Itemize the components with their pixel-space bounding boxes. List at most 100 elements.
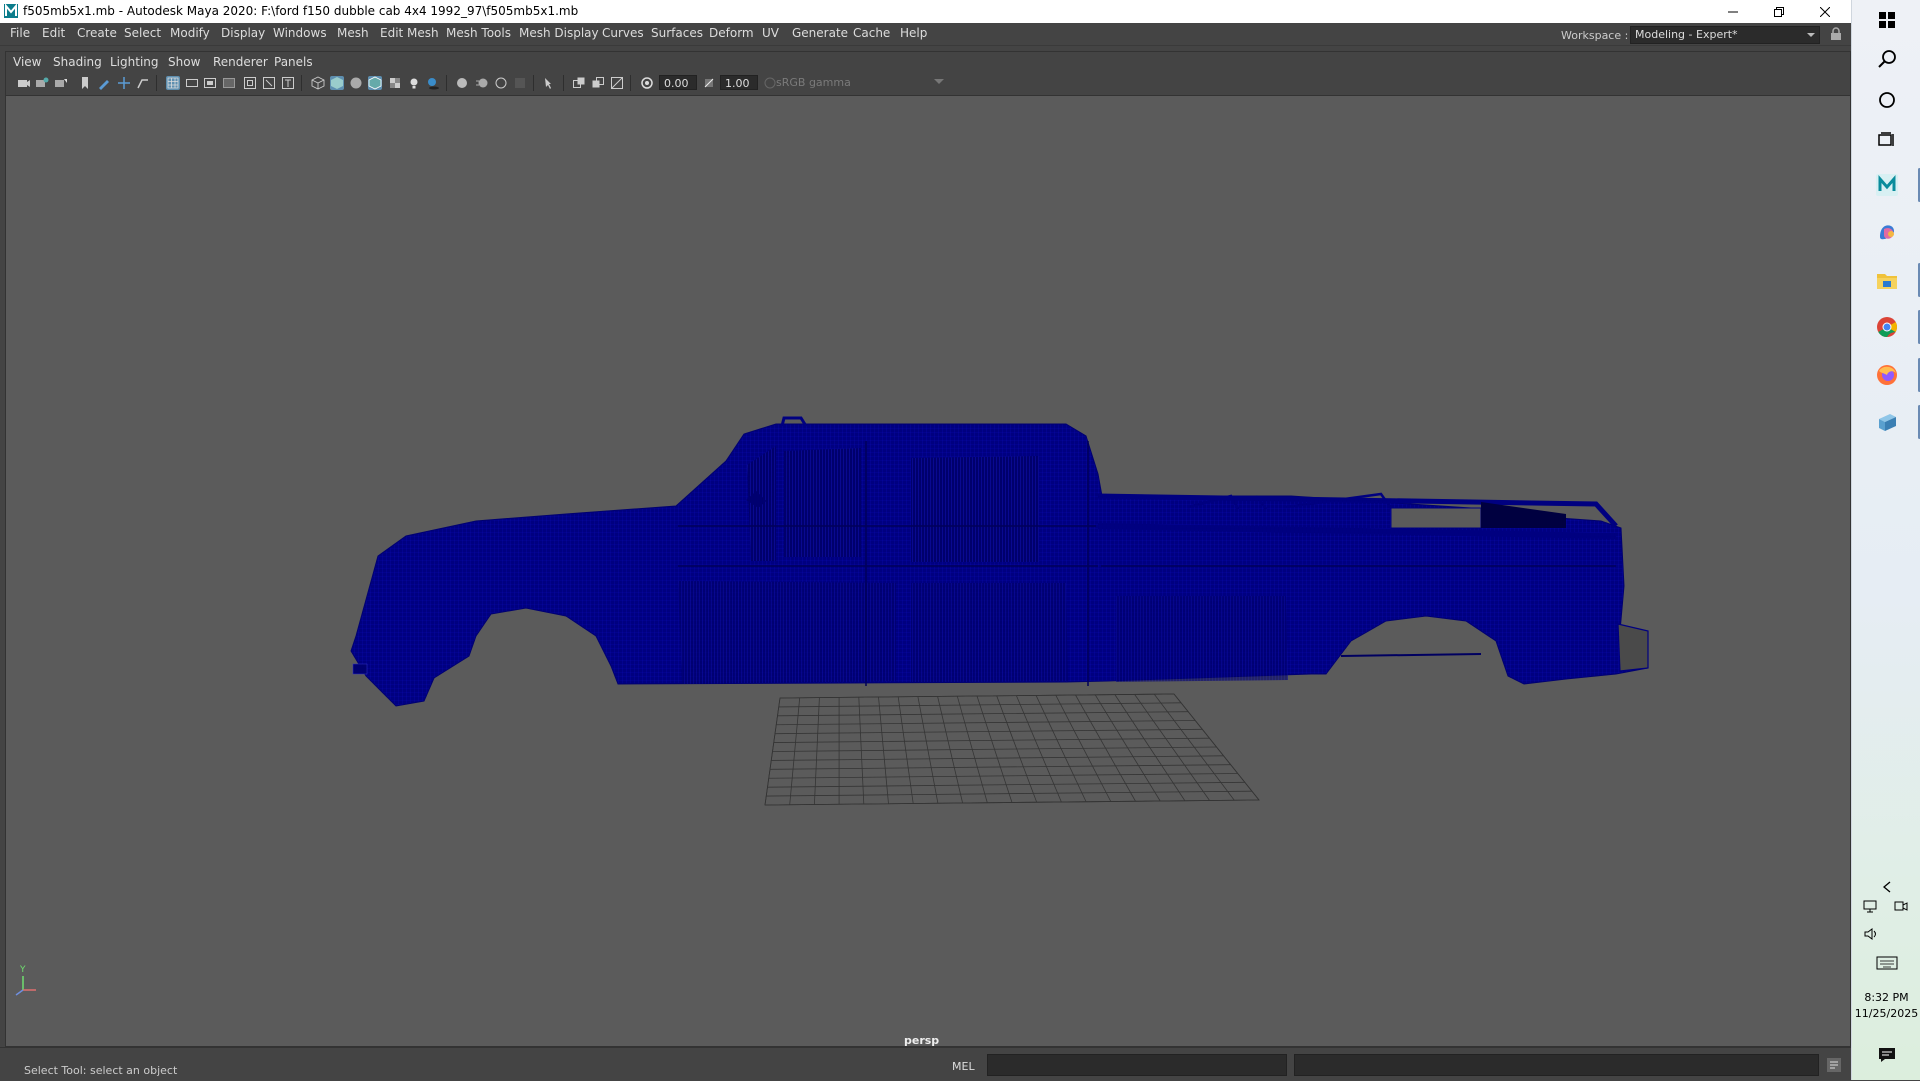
menu-edit-mesh[interactable]: Edit Mesh: [380, 26, 439, 40]
command-line-input[interactable]: [987, 1054, 1287, 1076]
search-button[interactable]: [1872, 44, 1902, 74]
menu-mesh-tools[interactable]: Mesh Tools: [446, 26, 511, 40]
command-result-field: [1294, 1054, 1819, 1076]
workspace-dropdown[interactable]: Modeling - Expert*: [1630, 26, 1820, 44]
menu-mesh-display[interactable]: Mesh Display: [519, 26, 599, 40]
clock-time: 8:32 PM: [1864, 991, 1909, 1004]
menu-display[interactable]: Display: [221, 26, 265, 40]
panel-menu-view[interactable]: View: [13, 55, 41, 69]
menu-deform[interactable]: Deform: [709, 26, 754, 40]
xray-joints-icon[interactable]: [591, 76, 605, 90]
isolate-select-icon[interactable]: [543, 76, 557, 90]
color-management-icon[interactable]: [763, 76, 777, 90]
taskbar-maya[interactable]: [1872, 170, 1902, 200]
menu-cache[interactable]: Cache: [853, 26, 890, 40]
camera-lock-icon[interactable]: [35, 76, 49, 90]
meet-icon: [1894, 901, 1908, 911]
panel-menu-lighting[interactable]: Lighting: [110, 55, 159, 69]
svg-text:Y: Y: [19, 965, 26, 975]
menu-create[interactable]: Create: [77, 26, 117, 40]
menu-file[interactable]: File: [10, 26, 30, 40]
close-button[interactable]: [1803, 0, 1847, 23]
network-icon: [1863, 900, 1877, 913]
chevron-down-icon: [1807, 33, 1815, 37]
exposure-field[interactable]: 0.00: [659, 75, 697, 90]
panel-menu-shading[interactable]: Shading: [53, 55, 102, 69]
motion-blur-icon[interactable]: [475, 76, 489, 90]
taskbar-chrome[interactable]: [1872, 312, 1902, 342]
panel-menu-renderer[interactable]: Renderer: [213, 55, 268, 69]
bookmark-icon[interactable]: [78, 76, 92, 90]
menu-edit[interactable]: Edit: [42, 26, 65, 40]
task-view-button[interactable]: [1872, 125, 1902, 155]
camera-icon[interactable]: [17, 76, 31, 90]
volume-icon: [1864, 928, 1876, 940]
menu-select[interactable]: Select: [124, 26, 161, 40]
volume-control[interactable]: [1858, 924, 1884, 944]
film-gate-icon[interactable]: [185, 76, 199, 90]
bookmark-camera-icon[interactable]: [54, 76, 68, 90]
field-chart-icon[interactable]: [243, 76, 257, 90]
default-material-icon[interactable]: [349, 76, 363, 90]
notification-center-button[interactable]: [1872, 1040, 1902, 1070]
system-clock[interactable]: 8:32 PM 11/25/2025: [1852, 990, 1920, 1022]
smooth-shade-icon[interactable]: [330, 76, 344, 90]
safe-action-icon[interactable]: [262, 76, 276, 90]
menu-curves[interactable]: Curves: [602, 26, 644, 40]
search-icon: [1878, 50, 1896, 68]
safe-title-icon[interactable]: [281, 76, 295, 90]
meet-now[interactable]: [1888, 897, 1914, 917]
panel-menu-panels[interactable]: Panels: [274, 55, 313, 69]
maya-app-icon: [4, 4, 18, 18]
resolution-gate-icon[interactable]: [203, 76, 217, 90]
multisample-aa-icon[interactable]: [494, 76, 508, 90]
wireframe-on-shaded-icon[interactable]: [368, 76, 382, 90]
lock-icon[interactable]: [1829, 27, 1843, 41]
minimize-icon: [1728, 11, 1738, 12]
xray-components-icon[interactable]: [610, 76, 624, 90]
gamma-icon[interactable]: [702, 76, 716, 90]
menu-surfaces[interactable]: Surfaces: [651, 26, 703, 40]
script-editor-icon[interactable]: [1826, 1057, 1842, 1073]
gamma-field[interactable]: 1.00: [720, 75, 758, 90]
panel-menu-show[interactable]: Show: [168, 55, 200, 69]
mel-language-toggle[interactable]: MEL: [952, 1060, 975, 1073]
3d-viewport[interactable]: Y persp: [6, 96, 1850, 1046]
grease-pencil-icon[interactable]: [97, 76, 111, 90]
shadows-icon[interactable]: [426, 76, 440, 90]
menu-uv[interactable]: UV: [762, 26, 779, 40]
touch-keyboard-button[interactable]: [1872, 948, 1902, 978]
cortana-button[interactable]: [1872, 85, 1902, 115]
gate-mask-icon[interactable]: [222, 76, 236, 90]
exposure-icon[interactable]: [640, 76, 654, 90]
taskbar-copilot[interactable]: [1872, 217, 1902, 247]
image-plane-icon[interactable]: [136, 76, 150, 90]
cortana-icon: [1879, 92, 1895, 108]
xray-icon[interactable]: [572, 76, 586, 90]
main-menu-bar: File Edit Create Select Modify Display W…: [0, 23, 1851, 46]
menu-windows[interactable]: Windows: [273, 26, 327, 40]
taskbar-firefox[interactable]: [1872, 360, 1902, 390]
grid-icon[interactable]: [166, 76, 180, 90]
taskbar-file-explorer[interactable]: [1872, 265, 1902, 295]
panel-menu-bar: View Shading Lighting Show Renderer Pane…: [6, 52, 1850, 71]
taskbar-app[interactable]: [1872, 407, 1902, 437]
wireframe-icon[interactable]: [311, 76, 325, 90]
start-button[interactable]: [1872, 5, 1902, 35]
2d-pan-zoom-icon[interactable]: [117, 76, 131, 90]
menu-help[interactable]: Help: [900, 26, 927, 40]
menu-generate[interactable]: Generate: [792, 26, 848, 40]
menu-modify[interactable]: Modify: [170, 26, 210, 40]
depth-of-field-icon[interactable]: [513, 76, 527, 90]
restore-button[interactable]: [1757, 0, 1801, 23]
network-status[interactable]: [1858, 897, 1884, 917]
use-all-lights-icon[interactable]: [407, 76, 421, 90]
truck-mesh[interactable]: [350, 416, 1649, 707]
textured-icon[interactable]: [388, 76, 402, 90]
menu-mesh[interactable]: Mesh: [337, 26, 369, 40]
workspace-value: Modeling - Expert*: [1635, 28, 1738, 41]
app-icon: [1879, 414, 1896, 431]
minimize-button[interactable]: [1711, 0, 1755, 23]
screen-space-ao-icon[interactable]: [455, 76, 469, 90]
view-transform-dropdown[interactable]: sRGB gamma: [776, 75, 944, 90]
